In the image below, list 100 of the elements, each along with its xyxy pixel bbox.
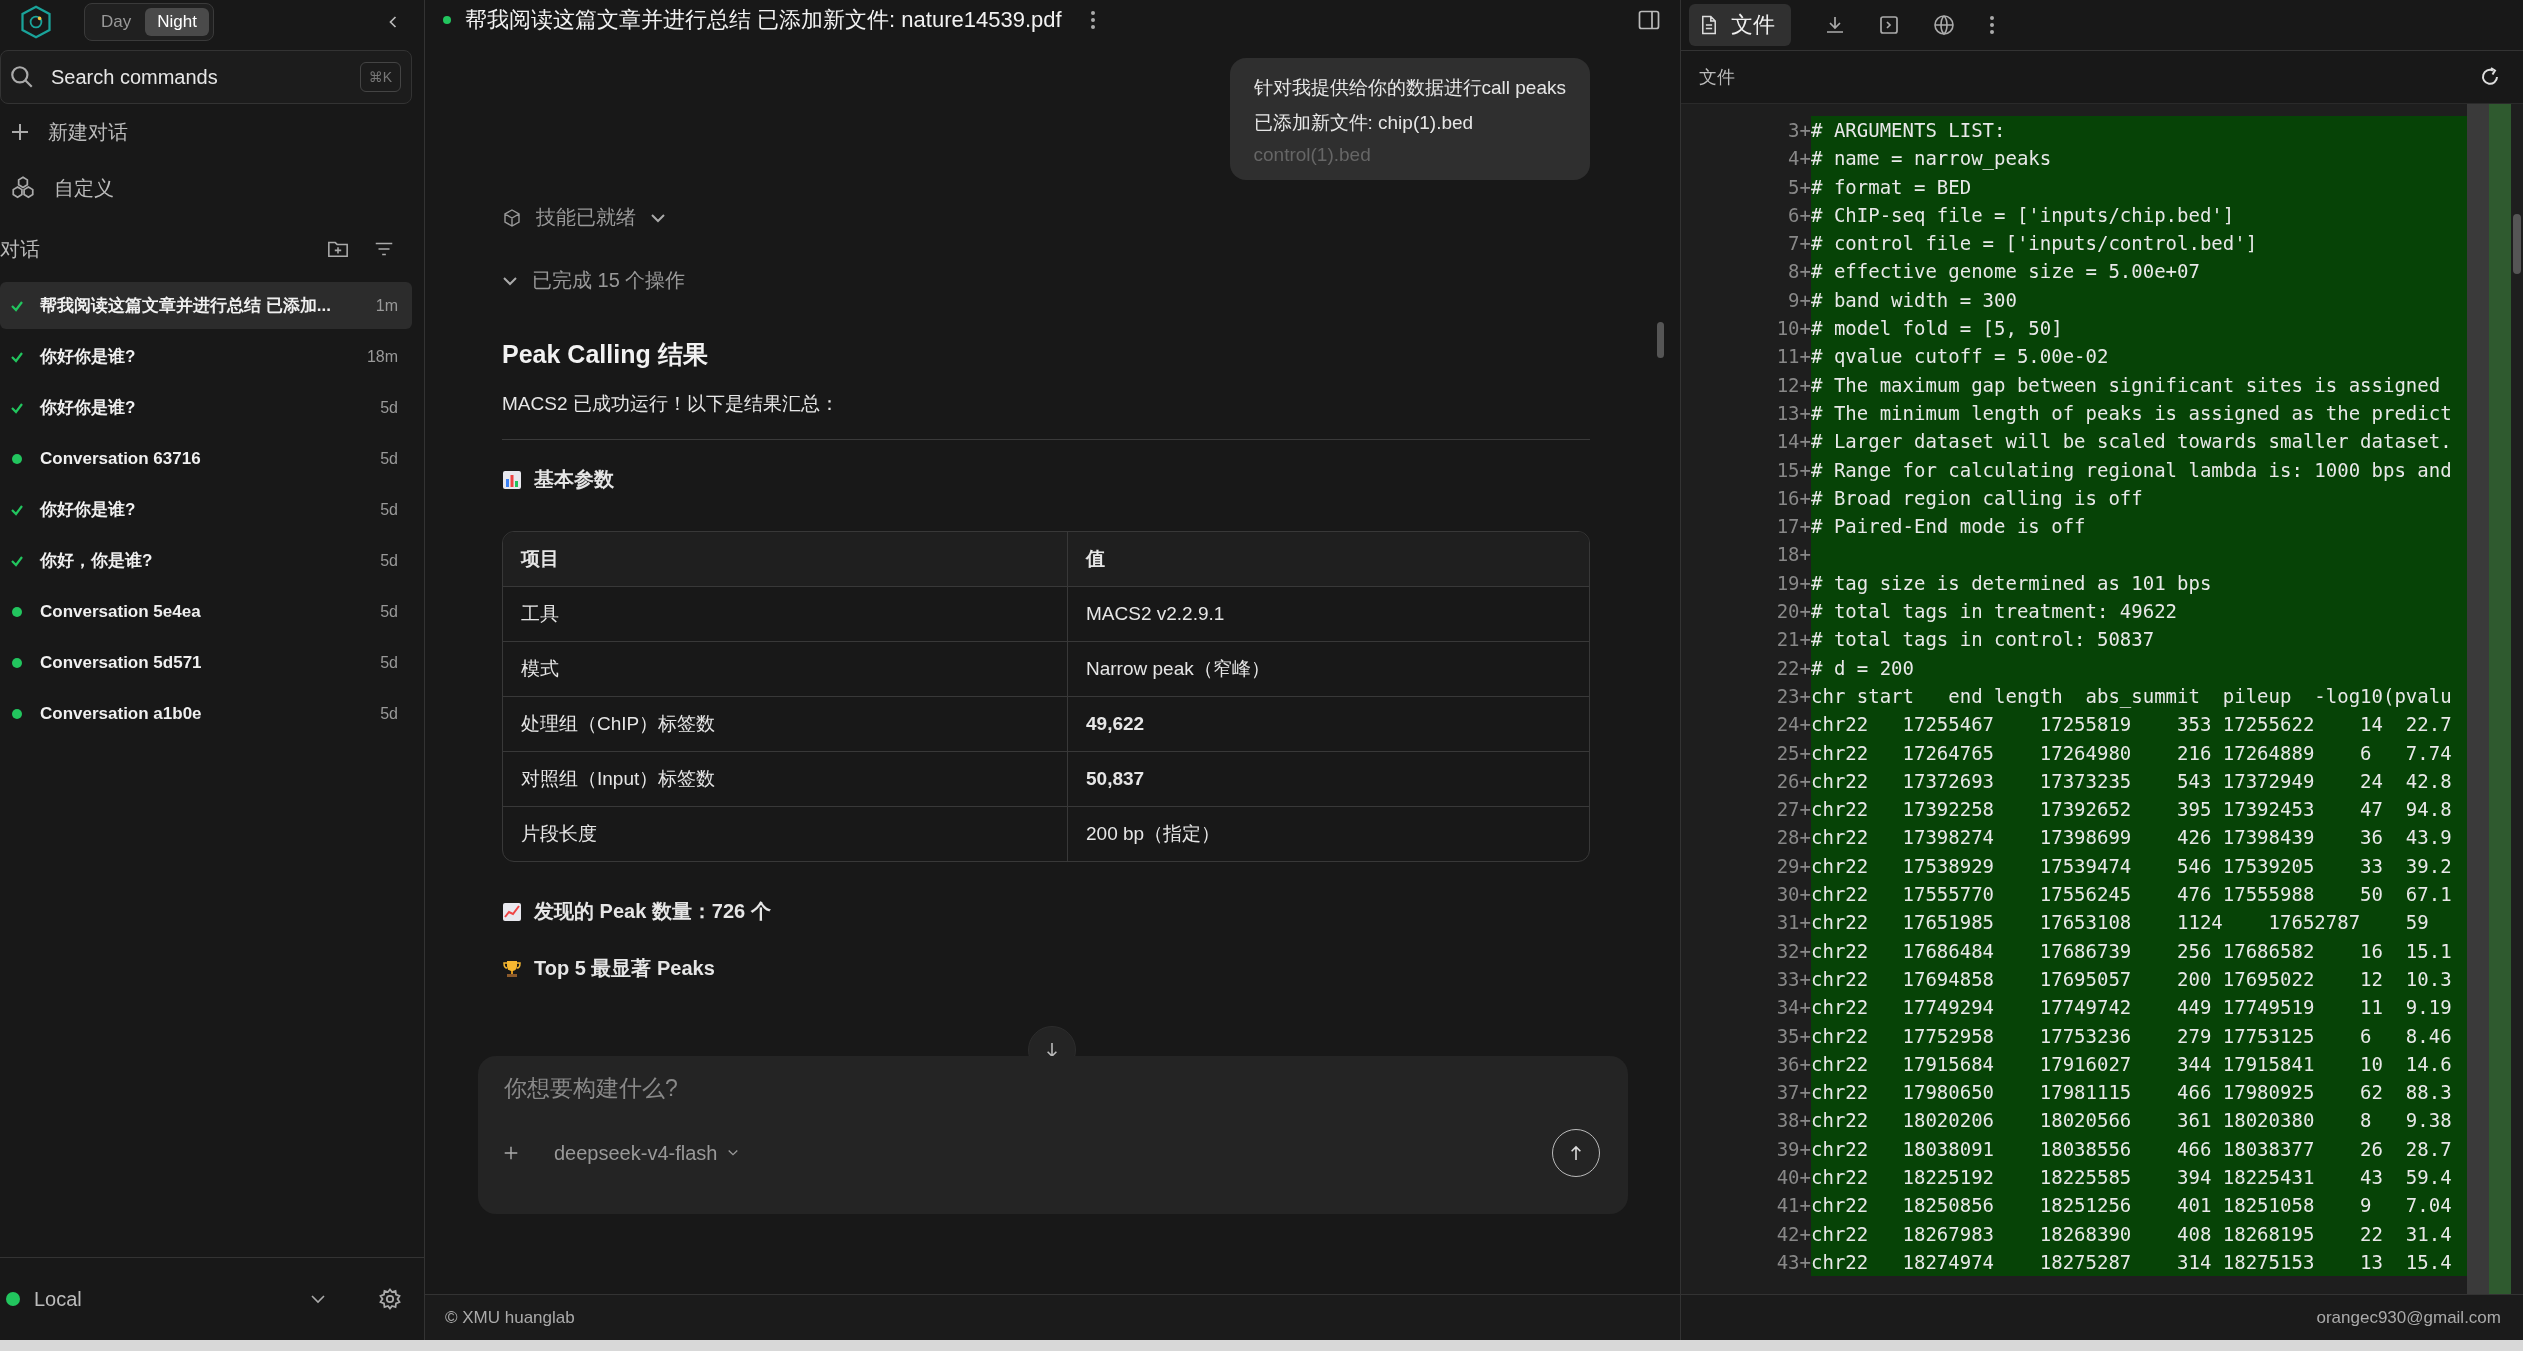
line-number: 15 <box>1776 457 1800 483</box>
diff-marker: + <box>1799 853 1811 879</box>
diff-marker: + <box>1799 740 1811 766</box>
diff-marker: + <box>1799 966 1811 992</box>
table-cell: 50,837 <box>1067 752 1589 806</box>
line-number: 17 <box>1776 514 1800 540</box>
status-dot <box>443 16 451 24</box>
scrollbar-thumb[interactable] <box>2513 214 2521 274</box>
more-icon[interactable] <box>1989 15 1995 35</box>
diff-marker: + <box>1799 118 1811 143</box>
line-number: 28 <box>1776 825 1800 851</box>
conversation-item[interactable]: Conversation 63716 5d <box>0 435 412 482</box>
line-number: 37 <box>1776 1080 1800 1106</box>
cube-icon <box>502 207 522 228</box>
table-cell: 49,622 <box>1067 697 1589 751</box>
operations-toggle[interactable]: 已完成 15 个操作 <box>502 267 686 294</box>
theme-tab[interactable]: Night <box>145 8 209 36</box>
status-dot <box>10 451 24 466</box>
diff-marker: + <box>1799 683 1811 709</box>
search-field[interactable]: Search commands <box>49 64 346 90</box>
line-number: 32 <box>1776 938 1800 964</box>
diff-marker: + <box>1799 514 1811 540</box>
section-heading: Top 5 最显著 Peaks <box>534 956 715 981</box>
conversation-item[interactable]: 你好，你是谁? 5d <box>0 537 412 584</box>
theme-tab[interactable]: Day <box>89 8 144 36</box>
more-icon[interactable] <box>1089 10 1096 30</box>
download-icon[interactable] <box>1825 15 1845 35</box>
scrollbar-thumb[interactable] <box>1657 322 1664 358</box>
diff-marker: + <box>1799 259 1811 285</box>
plus-icon[interactable] <box>502 1144 520 1162</box>
diff-marker: + <box>1799 712 1811 738</box>
line-number: 13 <box>1776 400 1800 426</box>
terminal-icon[interactable] <box>1879 15 1899 35</box>
diff-marker: + <box>1799 1136 1811 1162</box>
cubes-icon <box>10 175 36 201</box>
line-number: 38 <box>1776 1108 1800 1134</box>
conversation-item[interactable]: Conversation a1b0e 5d <box>0 690 412 737</box>
table-cell: MACS2 v2.2.9.1 <box>1067 587 1589 641</box>
conversation-item[interactable]: Conversation 5e4ea 5d <box>0 588 412 635</box>
diff-marker: + <box>1799 1249 1811 1275</box>
diff-marker: + <box>1799 316 1811 342</box>
diff-marker: + <box>1799 910 1811 936</box>
line-number: 9 <box>1788 287 1800 313</box>
diff-marker: + <box>1799 1165 1811 1190</box>
document-icon <box>1701 15 1717 35</box>
diff-marker: + <box>1799 485 1811 511</box>
message-input[interactable]: 你想要构建什么? <box>502 1074 1604 1103</box>
line-number: 5 <box>1788 174 1800 200</box>
table-cell-text: 片段长度 <box>520 822 598 846</box>
chevron-down-icon[interactable] <box>310 1294 326 1304</box>
section-heading: 基本参数 <box>534 467 614 492</box>
refresh-icon[interactable] <box>2479 66 2501 88</box>
line-number: 8 <box>1788 259 1800 285</box>
panel-toggle-icon[interactable] <box>1638 10 1660 30</box>
diff-marker: + <box>1799 655 1811 681</box>
search-bar[interactable]: Search commands ⌘K <box>0 50 412 104</box>
user-email: orangec930@gmail.com <box>2316 1307 2501 1328</box>
line-number: 39 <box>1776 1136 1800 1162</box>
line-number: 27 <box>1776 797 1800 823</box>
trophy-icon <box>502 958 522 979</box>
diff-marker: + <box>1799 1051 1811 1077</box>
line-number: 23 <box>1776 683 1800 709</box>
settings-icon[interactable] <box>378 1287 402 1311</box>
globe-icon[interactable] <box>1933 14 1955 36</box>
conversation-item[interactable]: 你好你是谁? 18m <box>0 333 412 380</box>
answer-heading: Peak Calling 结果 <box>502 339 709 370</box>
conversation-item[interactable]: Conversation 5d571 5d <box>0 639 412 686</box>
file-tab[interactable]: 文件 <box>1689 4 1791 46</box>
line-number: 34 <box>1776 995 1800 1021</box>
diff-marker: + <box>1799 599 1811 625</box>
collapse-icon[interactable] <box>388 14 398 30</box>
skills-toggle[interactable]: 技能已就绪 <box>502 204 666 231</box>
line-chart-icon <box>502 901 522 922</box>
line-number: 12 <box>1776 372 1800 398</box>
line-number: 21 <box>1776 627 1800 653</box>
line-number: 16 <box>1776 485 1800 511</box>
line-number: 22 <box>1776 655 1800 681</box>
search-icon <box>9 64 35 90</box>
logo-icon <box>18 4 54 40</box>
conversation-item[interactable]: 你好你是谁? 5d <box>0 486 412 533</box>
status-dot <box>10 604 24 619</box>
diff-marker: + <box>1799 627 1811 653</box>
line-number: 36 <box>1776 1051 1800 1077</box>
column-header: 项目 <box>519 547 560 571</box>
line-number: 18 <box>1776 542 1800 568</box>
model-select[interactable]: deepseek-v4-flash <box>548 1140 746 1166</box>
line-number: 6 <box>1788 202 1800 228</box>
diff-marker: + <box>1799 882 1811 907</box>
sidebar-item[interactable]: 新建对话 <box>0 104 412 160</box>
conversation-item[interactable]: 你好你是谁? 5d <box>0 384 412 431</box>
line-number: 4 <box>1788 146 1800 172</box>
conversation-item[interactable]: 帮我阅读这篇文章并进行总结 已添加... 1m <box>0 282 412 329</box>
copyright-text: © XMU huanglab <box>445 1307 575 1328</box>
line-number: 31 <box>1776 910 1800 936</box>
sidebar-item[interactable]: 自定义 <box>0 160 412 216</box>
line-number: 29 <box>1776 853 1800 879</box>
line-number: 30 <box>1776 882 1800 907</box>
table-cell-text: 工具 <box>520 602 560 626</box>
line-number: 42 <box>1776 1221 1800 1247</box>
line-number: 25 <box>1776 740 1800 766</box>
